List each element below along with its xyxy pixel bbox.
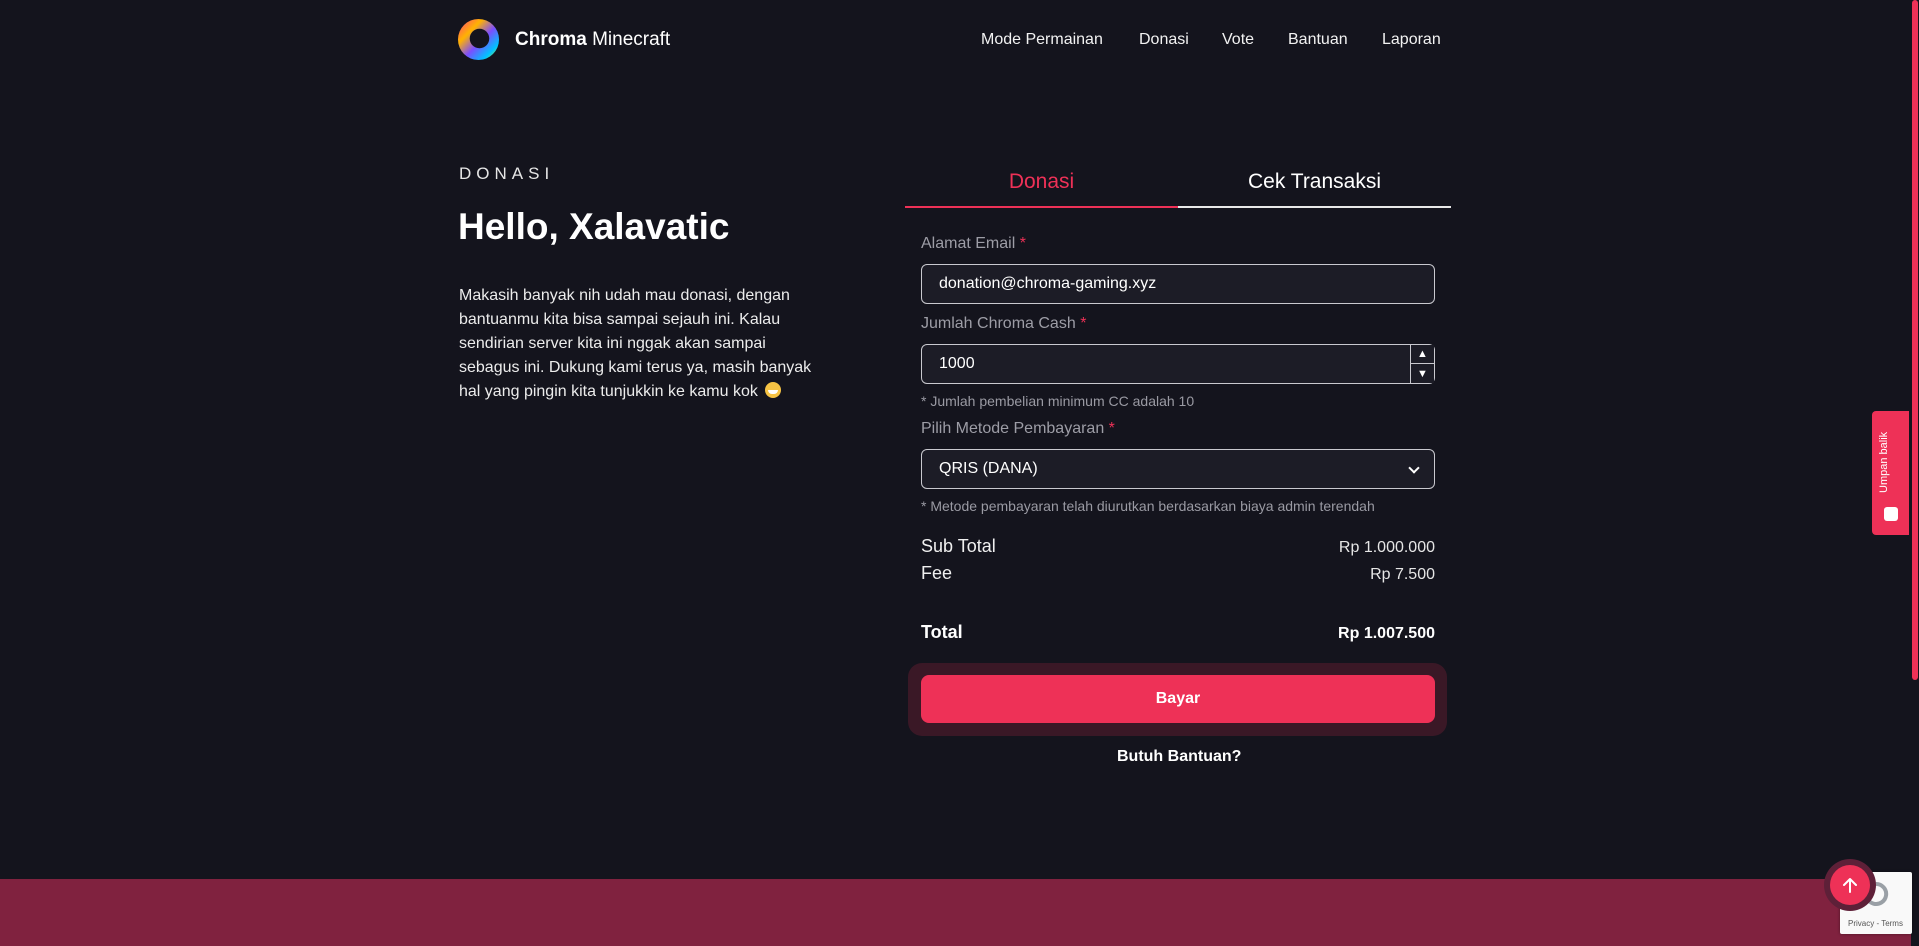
subtotal-value: Rp 1.000.000 — [1338, 539, 1435, 556]
total-label: Total — [921, 622, 963, 642]
scrollbar-thumb[interactable] — [1912, 0, 1918, 680]
arrow-up-icon — [1843, 878, 1857, 893]
total-value: Rp 1.007.500 — [1338, 625, 1435, 642]
method-label-text: Pilih Metode Pembayaran — [921, 420, 1105, 437]
cash-hint: * Jumlah pembelian minimum CC adalah 10 — [921, 393, 1195, 409]
intro-text: Makasih banyak nih udah mau donasi, deng… — [459, 284, 829, 404]
method-hint: * Metode pembayaran telah diurutkan berd… — [921, 498, 1375, 514]
required-mark: * — [1019, 235, 1026, 252]
feedback-label: Umpan balik — [1878, 431, 1890, 493]
subtotal-row: Sub Total Rp 1.000.000 — [921, 536, 1435, 557]
email-label-text: Alamat Email — [921, 235, 1016, 252]
cash-amount-value: 1000 — [939, 355, 975, 372]
cash-label-text: Jumlah Chroma Cash — [921, 315, 1076, 332]
cash-amount-input[interactable]: 1000 ▲ ▼ — [921, 344, 1435, 384]
pay-button[interactable]: Bayar — [921, 675, 1435, 723]
payment-method-value: QRIS (DANA) — [939, 460, 1038, 477]
greeting-title: Hello, Xalavatic — [458, 206, 730, 247]
nav-bantuan[interactable]: Bantuan — [1288, 30, 1348, 50]
required-mark: * — [1080, 315, 1087, 332]
brand-name[interactable]: Chroma Minecraft — [515, 29, 670, 51]
email-field[interactable]: donation@chroma-gaming.xyz — [921, 264, 1435, 304]
subtotal-label: Sub Total — [921, 536, 996, 556]
tab-cek-transaksi[interactable]: Cek Transaksi — [1178, 170, 1451, 208]
stepper-down-icon[interactable]: ▼ — [1411, 364, 1434, 383]
recaptcha-text: Privacy - Terms — [1848, 919, 1903, 928]
tab-donasi[interactable]: Donasi — [905, 170, 1178, 208]
brand-name-rest: Minecraft — [586, 29, 671, 50]
payment-method-select[interactable]: QRIS (DANA) — [921, 449, 1435, 489]
fee-label: Fee — [921, 563, 953, 583]
nav-mode-permainan[interactable]: Mode Permainan — [981, 30, 1103, 50]
brand-logo[interactable] — [457, 18, 500, 61]
quantity-stepper: ▲ ▼ — [1410, 345, 1434, 383]
fee-value: Rp 7.500 — [1370, 566, 1435, 583]
grin-emoji-icon — [765, 382, 782, 398]
feedback-icon — [1884, 507, 1898, 521]
fee-row: Fee Rp 7.500 — [921, 563, 1435, 584]
feedback-tab[interactable]: Umpan balik — [1872, 411, 1909, 535]
section-eyebrow: DONASI — [459, 164, 555, 183]
method-label: Pilih Metode Pembayaran * — [921, 419, 1115, 439]
email-label: Alamat Email * — [921, 234, 1026, 254]
chevron-down-icon — [1408, 462, 1420, 474]
intro-body: Makasih banyak nih udah mau donasi, deng… — [459, 287, 812, 400]
required-mark: * — [1108, 420, 1115, 437]
nav-vote[interactable]: Vote — [1222, 30, 1254, 50]
back-to-top-button[interactable] — [1830, 865, 1870, 905]
footer-band — [0, 879, 1919, 946]
total-row: Total Rp 1.007.500 — [921, 622, 1435, 643]
brand-name-bold: Chroma — [515, 29, 587, 50]
cash-label: Jumlah Chroma Cash * — [921, 314, 1086, 334]
nav-donasi[interactable]: Donasi — [1139, 30, 1189, 50]
help-link[interactable]: Butuh Bantuan? — [1117, 748, 1241, 766]
nav-laporan[interactable]: Laporan — [1382, 30, 1441, 50]
